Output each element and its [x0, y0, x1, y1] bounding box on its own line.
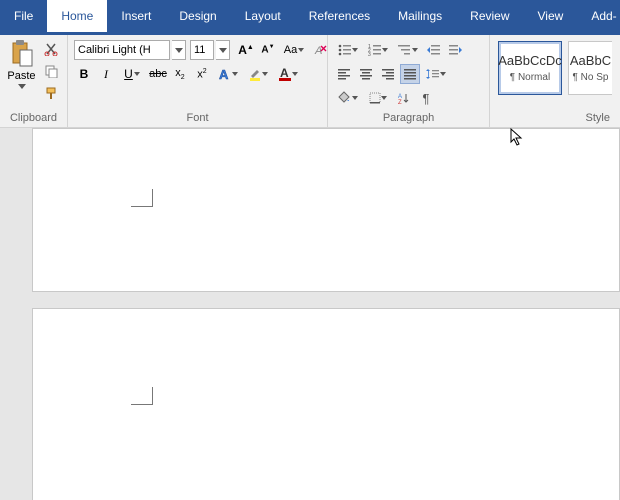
borders-button[interactable] [364, 88, 392, 108]
align-right-button[interactable] [378, 64, 398, 84]
svg-text:3: 3 [368, 52, 371, 56]
style-name: ¶ No Sp [573, 72, 609, 83]
grow-font-button[interactable]: A▲ [236, 40, 256, 60]
tab-view[interactable]: View [524, 0, 578, 32]
tab-insert[interactable]: Insert [107, 0, 165, 32]
font-size-select[interactable]: 11 [190, 40, 214, 60]
cursor-mark-icon [131, 387, 153, 405]
highlight-button[interactable] [244, 64, 272, 84]
change-case-button[interactable]: Aa [280, 40, 308, 60]
svg-text:Z: Z [398, 100, 402, 104]
align-center-button[interactable] [356, 64, 376, 84]
font-name-dropdown-icon[interactable] [172, 40, 186, 60]
decrease-indent-button[interactable] [424, 40, 444, 60]
show-marks-button[interactable]: ¶ [416, 88, 436, 108]
justify-button[interactable] [400, 64, 420, 84]
line-spacing-button[interactable] [422, 64, 450, 84]
document-area [0, 128, 620, 500]
text-effects-button[interactable]: A [214, 64, 242, 84]
superscript-button[interactable]: x2 [192, 64, 212, 84]
ribbon: Paste Clipboard Calibri Light (H 11 A▲ A… [0, 35, 620, 128]
style-preview: AaBbCcDc [498, 53, 562, 68]
subscript-button[interactable]: x2 [170, 64, 190, 84]
increase-indent-button[interactable] [446, 40, 466, 60]
group-label-paragraph: Paragraph [334, 110, 483, 127]
group-clipboard: Paste Clipboard [0, 35, 68, 127]
font-size-dropdown-icon[interactable] [216, 40, 230, 60]
group-label-clipboard: Clipboard [6, 110, 61, 127]
svg-text:A: A [219, 67, 229, 81]
style-no-spacing[interactable]: AaBbC ¶ No Sp [568, 41, 612, 95]
clear-formatting-button[interactable]: A [310, 40, 330, 60]
font-name-select[interactable]: Calibri Light (H [74, 40, 170, 60]
style-preview: AaBbC [570, 53, 611, 68]
tab-file[interactable]: File [0, 0, 47, 32]
mouse-cursor-icon [510, 128, 524, 146]
align-left-button[interactable] [334, 64, 354, 84]
font-color-button[interactable]: A [274, 64, 302, 84]
tab-layout[interactable]: Layout [231, 0, 295, 32]
italic-button[interactable]: I [96, 64, 116, 84]
sort-button[interactable]: AZ [394, 88, 414, 108]
tab-mailings[interactable]: Mailings [384, 0, 456, 32]
group-styles: AaBbCcDc ¶ Normal AaBbC ¶ No Sp Style [490, 35, 620, 127]
multilevel-list-button[interactable] [394, 40, 422, 60]
tab-addin[interactable]: Add-in [577, 0, 620, 32]
tab-review[interactable]: Review [456, 0, 523, 32]
group-font: Calibri Light (H 11 A▲ A▼ Aa A B I U abc… [68, 35, 328, 127]
style-name: ¶ Normal [510, 72, 550, 83]
page-2[interactable] [32, 308, 620, 500]
group-paragraph: 123 AZ ¶ Paragraph [328, 35, 490, 127]
tab-references[interactable]: References [295, 0, 384, 32]
tab-design[interactable]: Design [165, 0, 230, 32]
numbering-button[interactable]: 123 [364, 40, 392, 60]
shading-button[interactable] [334, 88, 362, 108]
style-normal[interactable]: AaBbCcDc ¶ Normal [498, 41, 562, 95]
group-label-font: Font [74, 110, 321, 127]
tab-home[interactable]: Home [47, 0, 107, 32]
format-painter-button[interactable] [41, 83, 61, 103]
ribbon-tabs: File Home Insert Design Layout Reference… [0, 0, 620, 32]
bullets-button[interactable] [334, 40, 362, 60]
copy-button[interactable] [41, 61, 61, 81]
paste-label: Paste [7, 70, 35, 82]
underline-button[interactable]: U [118, 64, 146, 84]
cut-button[interactable] [41, 39, 61, 59]
shrink-font-button[interactable]: A▼ [258, 40, 278, 60]
paste-button[interactable]: Paste [6, 37, 37, 92]
bold-button[interactable]: B [74, 64, 94, 84]
strikethrough-button[interactable]: abc [148, 64, 168, 84]
page-1[interactable] [32, 128, 620, 292]
cursor-mark-icon [131, 189, 153, 207]
group-label-styles: Style [496, 110, 614, 127]
